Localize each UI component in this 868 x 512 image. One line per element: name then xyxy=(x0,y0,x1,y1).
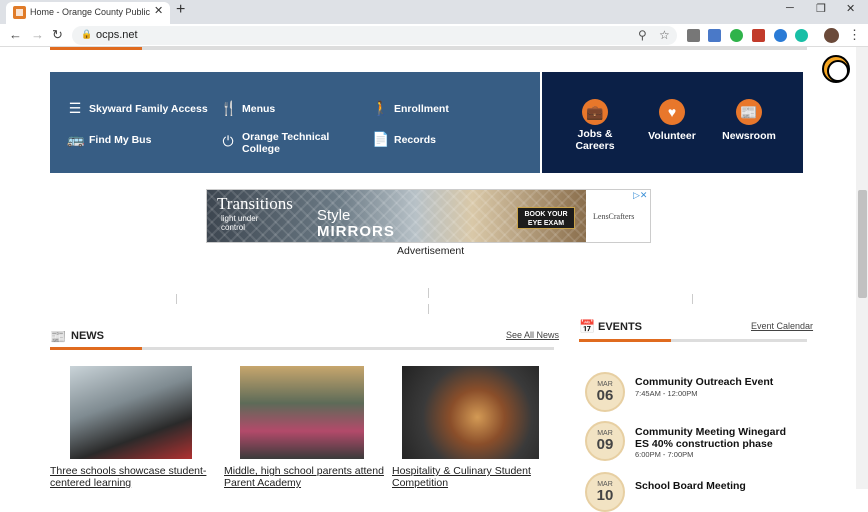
utensils-icon: 🍴 xyxy=(220,100,238,116)
browser-toolbar: ← → ↻ 🔒 ocps.net ⚲ ☆ ⋮ xyxy=(0,24,868,47)
news-accent-bar xyxy=(50,347,142,350)
advertisement-banner[interactable]: Transitions light under control Style MI… xyxy=(206,189,651,243)
featured-newsroom[interactable]: Newsroom xyxy=(717,130,781,142)
news-caption-line: centered learning xyxy=(50,477,132,489)
close-window-button[interactable]: ✕ xyxy=(846,2,855,15)
list-icon: ☰ xyxy=(68,100,82,116)
news-image-classroom[interactable] xyxy=(240,366,364,459)
quick-link-find-my-bus[interactable]: Find My Bus xyxy=(89,134,151,146)
news-image-students[interactable] xyxy=(70,366,192,459)
divider-tick xyxy=(176,294,177,304)
zoom-search-icon[interactable]: ⚲ xyxy=(638,28,647,42)
site-favicon-icon xyxy=(13,6,26,19)
news-caption-line: Parent Academy xyxy=(224,477,302,489)
ad-choices-close-icon[interactable]: ▷✕ xyxy=(633,190,647,201)
document-icon: 📄 xyxy=(372,131,390,147)
calendar-icon: 📅 xyxy=(579,319,596,334)
newspaper-icon[interactable]: 📰 xyxy=(736,99,762,125)
new-tab-button[interactable]: + xyxy=(176,1,185,19)
news-caption-line: Hospitality & Culinary Student xyxy=(392,465,531,477)
restore-button[interactable]: ❐ xyxy=(816,2,826,15)
extension-globe-icon[interactable] xyxy=(774,29,787,42)
events-accent-bar xyxy=(579,339,671,342)
scrollbar-thumb[interactable] xyxy=(858,190,867,298)
extension-grammar-icon[interactable] xyxy=(795,29,808,42)
person-icon: 🚶 xyxy=(372,100,390,116)
forward-arrow-icon[interactable]: → xyxy=(31,27,44,42)
event-title[interactable]: School Board Meeting xyxy=(635,480,746,492)
ad-tagline: light under control xyxy=(221,214,259,232)
menu-kebab-icon[interactable]: ⋮ xyxy=(848,27,861,43)
event-day: 10 xyxy=(596,487,614,504)
featured-volunteer[interactable]: Volunteer xyxy=(642,130,702,142)
news-item-link[interactable]: Hospitality & Culinary Student Competitio… xyxy=(392,465,531,489)
divider-tick xyxy=(692,294,693,304)
news-section-title: NEWS xyxy=(71,330,104,342)
ad-partner-logo: LensCrafters xyxy=(593,212,635,221)
ad-cta-button[interactable]: BOOK YOUR EYE EXAM xyxy=(517,207,575,229)
news-item-link[interactable]: Middle, high school parents attend Parent… xyxy=(224,465,384,489)
event-date-badge: MAR 06 xyxy=(585,372,625,412)
advertisement-label: Advertisement xyxy=(397,245,465,257)
quick-link-orange-technical-college[interactable]: Orange Technical College xyxy=(242,131,332,155)
quick-link-records[interactable]: Records xyxy=(394,134,436,146)
event-time: 7:45AM - 12:00PM xyxy=(635,389,698,398)
see-all-news-link[interactable]: See All News xyxy=(506,330,559,340)
reload-icon[interactable]: ↻ xyxy=(52,27,63,43)
event-day: 09 xyxy=(596,436,614,453)
bookmark-star-icon[interactable]: ☆ xyxy=(659,28,670,42)
event-title[interactable]: Community Outreach Event xyxy=(635,376,773,388)
minimize-button[interactable]: ─ xyxy=(786,2,794,14)
event-date-badge: MAR 09 xyxy=(585,421,625,461)
browser-tab[interactable]: Home - Orange County Public Sc ✕ xyxy=(6,2,170,24)
ad-headline-style: Style xyxy=(317,207,351,224)
briefcase-icon[interactable]: 💼 xyxy=(582,99,608,125)
divider-tick xyxy=(428,304,429,314)
extension-pdf-icon[interactable] xyxy=(752,29,765,42)
heart-icon[interactable]: ♥ xyxy=(659,99,685,125)
news-divider xyxy=(142,347,554,350)
address-bar[interactable]: 🔒 ocps.net ⚲ ☆ xyxy=(72,26,677,45)
events-divider xyxy=(671,339,807,342)
quick-link-enrollment[interactable]: Enrollment xyxy=(394,103,449,115)
profile-avatar[interactable] xyxy=(824,28,839,43)
news-image-culinary[interactable] xyxy=(402,366,539,459)
extension-g-icon[interactable] xyxy=(687,29,700,42)
news-caption-line: Middle, high school parents attend xyxy=(224,465,384,477)
section-divider xyxy=(142,47,807,50)
lock-icon: 🔒 xyxy=(81,29,93,39)
news-caption-line: Competition xyxy=(392,477,449,489)
tab-strip: Home - Orange County Public Sc ✕ + ─ ❐ ✕ xyxy=(0,0,868,24)
tab-close-icon[interactable]: ✕ xyxy=(154,4,163,17)
quick-link-skyward[interactable]: Skyward Family Access xyxy=(89,103,208,115)
quick-link-menus[interactable]: Menus xyxy=(242,103,275,115)
ad-brand: Transitions xyxy=(217,194,293,213)
news-icon: 📰 xyxy=(50,329,67,344)
event-calendar-link[interactable]: Event Calendar xyxy=(751,321,813,331)
section-accent-bar xyxy=(50,47,142,50)
featured-jobs-careers[interactable]: Jobs & Careers xyxy=(567,128,623,152)
event-title[interactable]: Community Meeting Winegard ES 40% constr… xyxy=(635,426,795,450)
bus-icon: 🚌 xyxy=(67,131,85,147)
events-section-title: EVENTS xyxy=(598,321,643,333)
ad-headline-mirrors: MIRRORS xyxy=(317,223,395,240)
extension-camera-icon[interactable] xyxy=(708,29,721,42)
power-icon: ⏻ xyxy=(222,133,234,149)
quick-links-panel: ☰ Skyward Family Access 🍴 Menus 🚶 Enroll… xyxy=(50,72,540,173)
event-time: 6:00PM - 7:00PM xyxy=(635,450,694,459)
featured-links-panel: 💼 Jobs & Careers ♥ Volunteer 📰 Newsroom xyxy=(542,72,803,173)
news-item-link[interactable]: Three schools showcase student-centered … xyxy=(50,465,206,489)
event-date-badge: MAR 10 xyxy=(585,472,625,512)
accessibility-icon[interactable] xyxy=(822,55,850,83)
back-arrow-icon[interactable]: ← xyxy=(9,27,22,42)
tab-title: Home - Orange County Public Sc xyxy=(30,7,152,17)
event-day: 06 xyxy=(596,387,614,404)
extension-sync-icon[interactable] xyxy=(730,29,743,42)
url-text: ocps.net xyxy=(96,29,138,41)
news-caption-line: Three schools showcase student- xyxy=(50,465,207,477)
divider-tick xyxy=(428,288,429,298)
